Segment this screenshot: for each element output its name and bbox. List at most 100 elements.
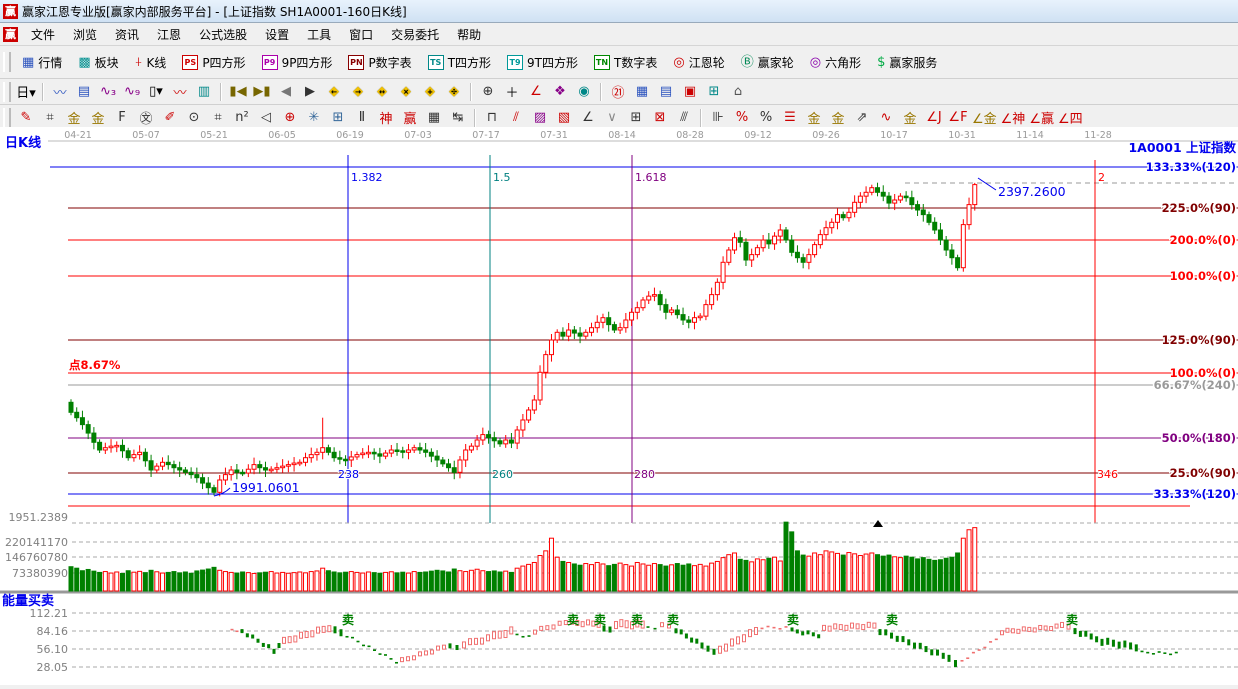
draw-tool-1-icon[interactable]: ⌗ [39,107,61,129]
nav-sketch-red-icon[interactable]: 〰 [169,81,191,103]
draw-tool-36-icon[interactable]: ⇗ [851,107,873,129]
toolbar-button-K线[interactable]: ⍭K线 [128,51,174,74]
nav-gann-plus-icon[interactable]: ◆+ [419,81,441,103]
nav-crosshair-tool-icon[interactable]: ＋ [501,81,523,103]
draw-tool-12-icon[interactable]: ✳ [303,107,325,129]
menu-item-4[interactable]: 公式选股 [190,24,256,45]
draw-tool-20-icon[interactable]: ⊓ [481,107,503,129]
nav-last-bar-icon[interactable]: ▶▮ [251,81,273,103]
draw-tool-9-icon[interactable]: n² [231,107,253,129]
kline-chart-svg[interactable]: 04-2105-0705-2106-0506-1907-0307-1707-31… [0,127,1238,685]
menu-item-7[interactable]: 窗口 [340,24,382,45]
draw-tool-33-icon[interactable]: ☰ [779,107,801,129]
draw-tool-17-icon[interactable]: ▦ [423,107,445,129]
draw-tool-3-icon[interactable]: 金 [87,107,109,129]
draw-tool-8-icon[interactable]: ⌗ [207,107,229,129]
draw-tool-0-icon[interactable]: ✎ [15,107,37,129]
nav-network-icon[interactable]: ⊞ [703,81,725,103]
nav-gann-all-icon[interactable]: ◆✣ [443,81,465,103]
9T四方形-icon: T9 [507,55,523,70]
draw-tool-42-icon[interactable]: ∠神 [1000,107,1027,129]
draw-tool-11-icon[interactable]: ⊕ [279,107,301,129]
nav-brain-tool-icon[interactable]: ◉ [573,81,595,103]
nav-gann-lr-icon[interactable]: ◆↔ [371,81,393,103]
toolbar-button-9T四方形[interactable]: T99T四方形 [500,51,585,74]
toolbar-button-T四方形[interactable]: TST四方形 [421,51,498,74]
draw-tool-39-icon[interactable]: ∠J [923,107,945,129]
draw-tool-27-icon[interactable]: ⊠ [649,107,671,129]
toolbar-button-赢家轮[interactable]: Ⓑ赢家轮 [734,51,801,74]
draw-tool-37-icon[interactable]: ∿ [875,107,897,129]
nav-first-bar-icon[interactable]: ▮◀ [227,81,249,103]
nav-calculator-icon[interactable]: ▦ [631,81,653,103]
draw-tool-14-icon[interactable]: Ⅱ [351,107,373,129]
draw-tool-28-icon[interactable]: ⫻ [673,107,695,129]
nav-histogram-icon[interactable]: ▥ [193,81,215,103]
draw-tool-44-icon[interactable]: ∠四 [1057,107,1084,129]
draw-tool-26-icon[interactable]: ⊞ [625,107,647,129]
menu-item-5[interactable]: 设置 [256,24,298,45]
menu-item-3[interactable]: 江恩 [148,24,190,45]
nav-workstation-icon[interactable]: ⌂ [727,81,749,103]
toolbar-button-板块[interactable]: ▩板块 [71,51,125,74]
draw-tool-38-icon[interactable]: 金 [899,107,921,129]
draw-tool-6-icon[interactable]: ✐ [159,107,181,129]
draw-tool-16-icon[interactable]: 赢 [399,107,421,129]
energy-mark [390,658,393,660]
draw-tool-31-icon[interactable]: % [731,107,753,129]
nav-gann-left-icon[interactable]: ◆← [323,81,345,103]
toolbar-button-P四方形[interactable]: PSP四方形 [175,51,252,74]
nav-gann-box-tool-icon[interactable]: ❖ [549,81,571,103]
nav-angle-tool-icon[interactable]: ∠ [525,81,547,103]
nav-wave-3-icon[interactable]: ∿₃ [97,81,119,103]
draw-tool-21-icon[interactable]: ⫽ [505,107,527,129]
draw-tool-15-icon[interactable]: 神 [375,107,397,129]
draw-tool-35-icon[interactable]: 金 [827,107,849,129]
nav-calendar-icon[interactable]: ㉑ [607,81,629,103]
nav-next-bar-icon[interactable]: ▶ [299,81,321,103]
draw-tool-13-icon[interactable]: ⊞ [327,107,349,129]
menu-item-0[interactable]: 文件 [22,24,64,45]
nav-notes-icon[interactable]: ▤ [73,81,95,103]
nav-gann-x-icon[interactable]: ◆× [395,81,417,103]
nav-save-icon[interactable]: ▣ [679,81,701,103]
draw-tool-24-icon[interactable]: ∠ [577,107,599,129]
volume-bar [366,572,370,591]
toolbar-button-T数字表[interactable]: TNT数字表 [587,51,664,74]
nav-hand-tool-icon[interactable]: ⊕ [477,81,499,103]
draw-tool-10-icon[interactable]: ◁ [255,107,277,129]
draw-tool-5-icon[interactable]: ㉆ [135,107,157,129]
menu-item-2[interactable]: 资讯 [106,24,148,45]
menu-item-8[interactable]: 交易委托 [382,24,448,45]
chart-area[interactable]: 04-2105-0705-2106-0506-1907-0307-1707-31… [0,127,1238,685]
nav-gann-right-icon[interactable]: ◆→ [347,81,369,103]
draw-tool-23-icon[interactable]: ▧ [553,107,575,129]
draw-tool-41-icon[interactable]: ∠金 [971,107,998,129]
draw-tool-43-icon[interactable]: ∠赢 [1028,107,1055,129]
toolbar-button-行情[interactable]: ▦行情 [15,51,69,74]
nav-period-dropdown-icon[interactable]: 日▾ [15,81,37,103]
draw-tool-30-icon[interactable]: ⊪ [707,107,729,129]
draw-tool-4-icon[interactable]: F [111,107,133,129]
draw-tool-7-icon[interactable]: ⊙ [183,107,205,129]
toolbar-button-赢家服务[interactable]: $赢家服务 [870,51,944,74]
toolbar-button-P数字表[interactable]: PNP数字表 [341,51,418,74]
nav-candle-style-dropdown-icon[interactable]: ▯▾ [145,81,167,103]
menu-item-9[interactable]: 帮助 [448,24,490,45]
draw-tool-25-icon[interactable]: ∨ [601,107,623,129]
nav-prev-bar-icon[interactable]: ◀ [275,81,297,103]
menu-item-1[interactable]: 浏览 [64,24,106,45]
draw-tool-34-icon[interactable]: 金 [803,107,825,129]
nav-notepad-icon[interactable]: ▤ [655,81,677,103]
draw-tool-40-icon[interactable]: ∠F [947,107,969,129]
draw-tool-22-icon[interactable]: ▨ [529,107,551,129]
toolbar-button-六角形[interactable]: ◎六角形 [803,51,868,74]
toolbar-button-9P四方形[interactable]: P99P四方形 [255,51,340,74]
toolbar-button-江恩轮[interactable]: ◎江恩轮 [666,51,731,74]
menu-item-6[interactable]: 工具 [298,24,340,45]
draw-tool-2-icon[interactable]: 金 [63,107,85,129]
nav-sketch-blue-icon[interactable]: 〰 [49,81,71,103]
nav-wave-9-icon[interactable]: ∿₉ [121,81,143,103]
draw-tool-32-icon[interactable]: % [755,107,777,129]
draw-tool-18-icon[interactable]: ↹ [447,107,469,129]
